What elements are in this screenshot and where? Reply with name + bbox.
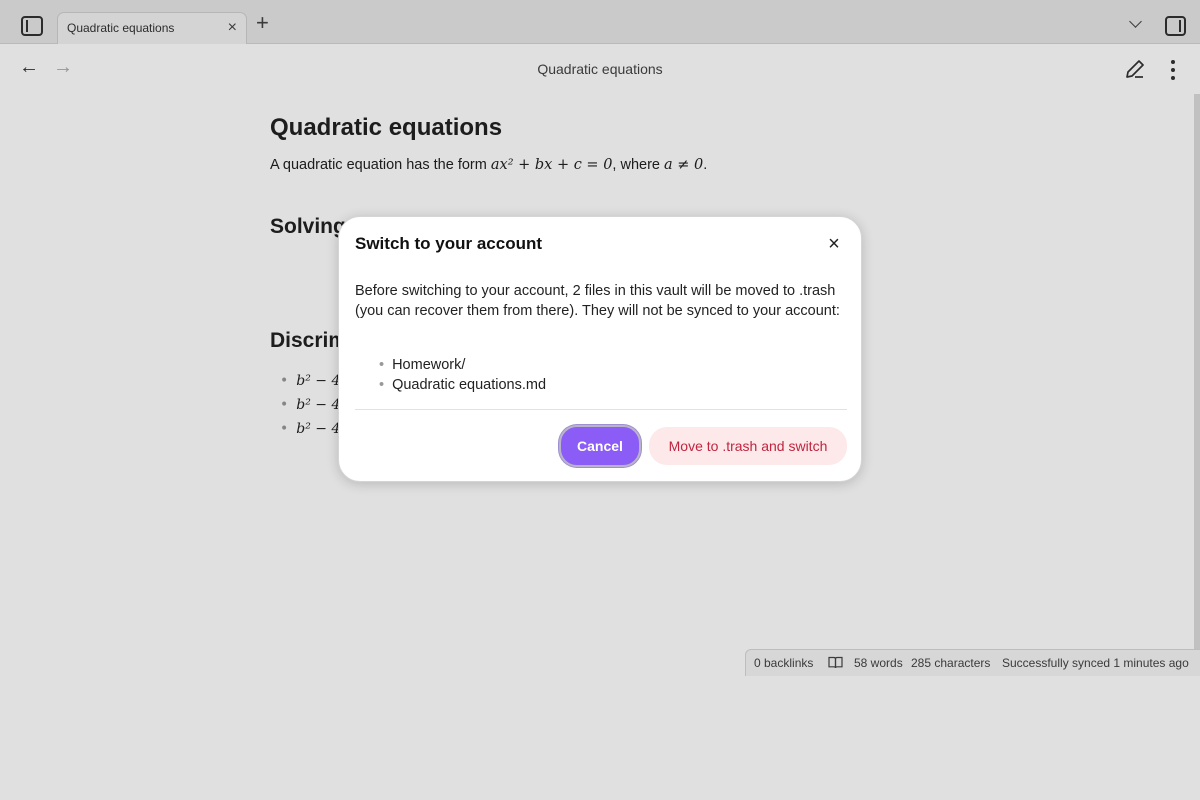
dialog-title: Switch to your account: [355, 234, 543, 253]
switch-account-dialog: Switch to your account × Before switchin…: [338, 216, 862, 482]
close-icon[interactable]: ×: [821, 231, 847, 257]
file-list: Homework/ Quadratic equations.md: [379, 355, 546, 395]
divider: [355, 409, 847, 410]
cancel-button[interactable]: Cancel: [559, 425, 641, 467]
list-item: Homework/: [379, 355, 546, 375]
move-to-trash-and-switch-button[interactable]: Move to .trash and switch: [649, 427, 847, 465]
list-item: Quadratic equations.md: [379, 375, 546, 395]
dialog-message: Before switching to your account, 2 file…: [355, 283, 840, 319]
